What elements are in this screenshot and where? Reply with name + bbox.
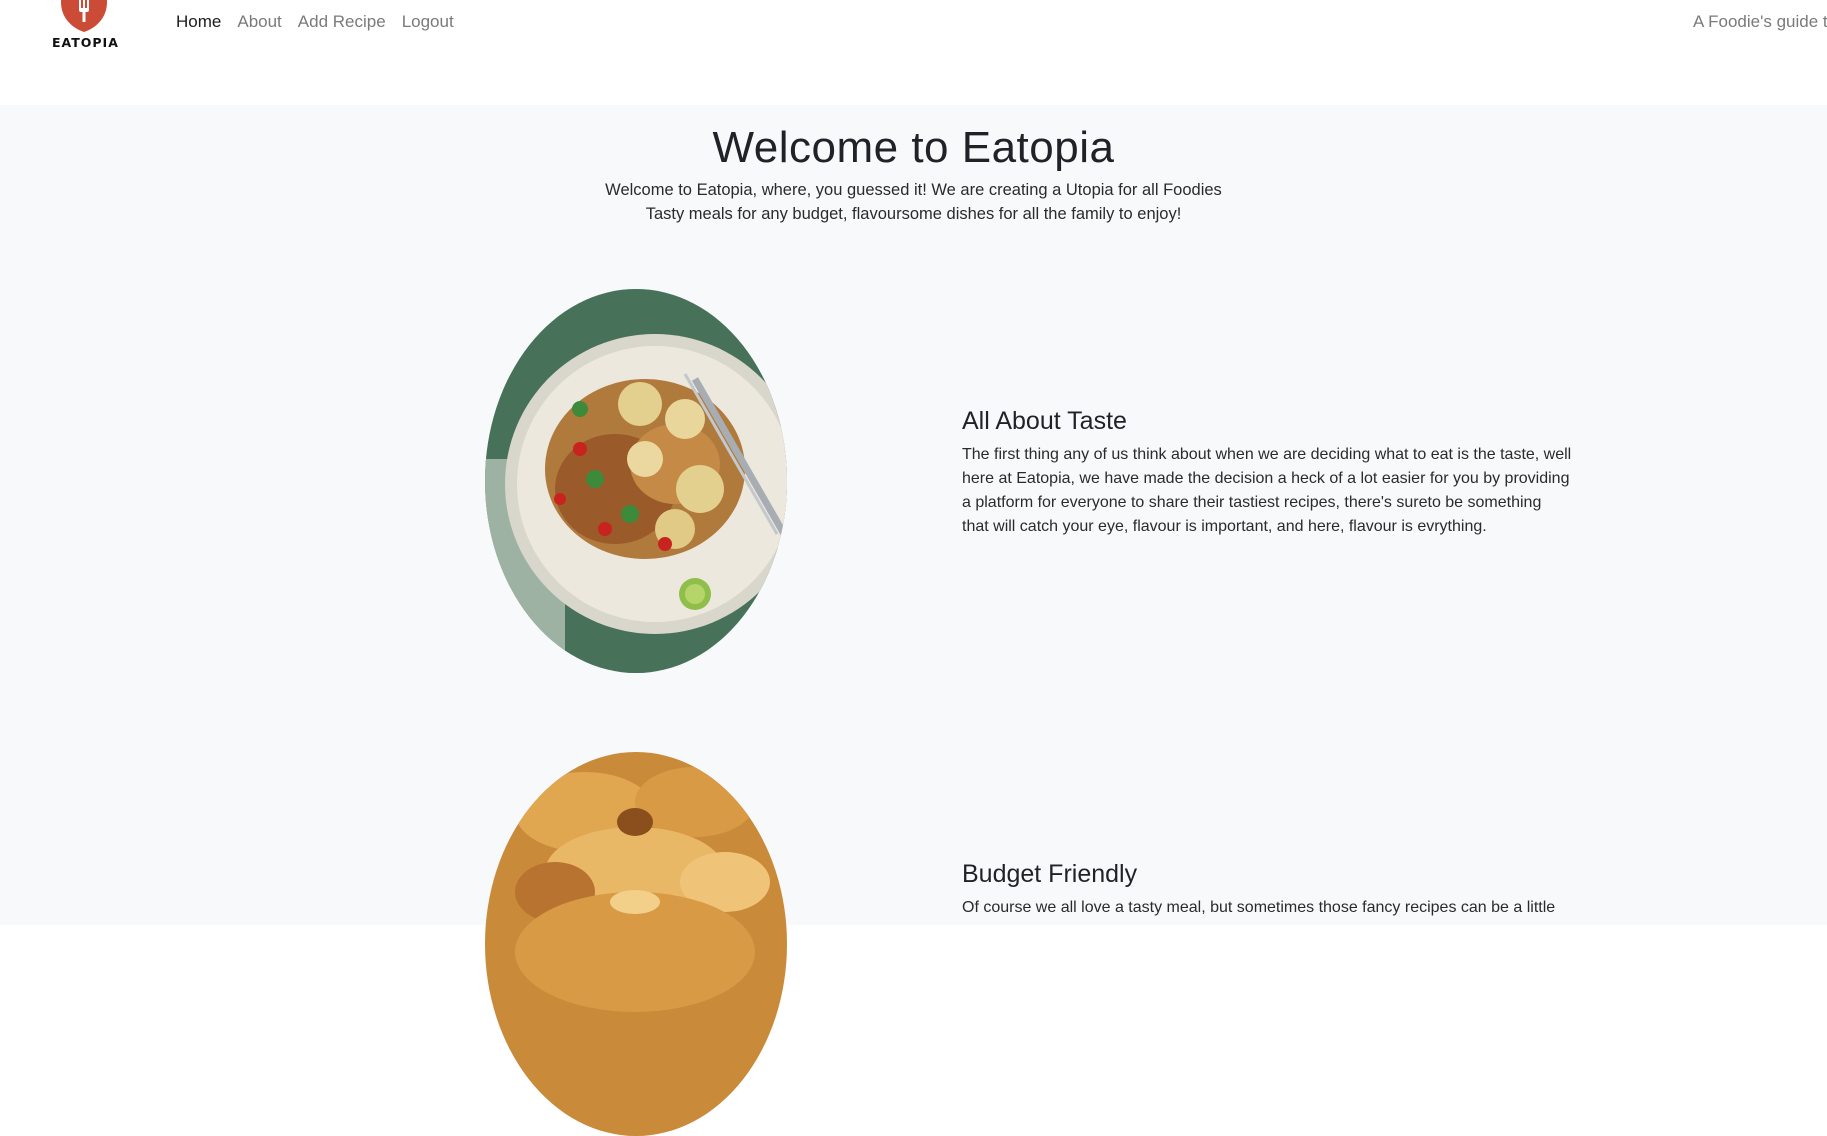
nav-add-recipe[interactable]: Add Recipe — [290, 12, 394, 32]
feature-image-taste — [485, 289, 787, 673]
nav-logout[interactable]: Logout — [394, 12, 462, 32]
pie-image — [485, 752, 787, 1136]
fork-heart-icon — [61, 0, 107, 32]
navbar: EATOPIA Home About Add Recipe Logout A F… — [0, 0, 1827, 105]
hero-subtitle-line1: Welcome to Eatopia, where, you guessed i… — [605, 181, 1222, 199]
feature-title-taste: All About Taste — [962, 407, 1127, 435]
tagline: A Foodie's guide to — [1693, 12, 1827, 31]
nav-about[interactable]: About — [229, 12, 289, 32]
nav-links: Home About Add Recipe Logout — [176, 12, 462, 32]
brand-name: EATOPIA — [52, 35, 119, 50]
page-title: Welcome to Eatopia — [712, 123, 1115, 172]
nav-home[interactable]: Home — [176, 12, 229, 32]
hero-subtitle-line2: Tasty meals for any budget, flavoursome … — [645, 205, 1182, 223]
main-content: Welcome to Eatopia Welcome to Eatopia, w… — [0, 105, 1827, 1136]
feature-title-budget: Budget Friendly — [962, 860, 1138, 888]
feature-text-taste: The first thing any of us think about wh… — [962, 446, 1572, 535]
chicken-dish-image — [485, 289, 787, 673]
brand-logo[interactable]: EATOPIA — [50, 0, 118, 60]
feature-image-budget — [485, 752, 787, 1136]
feature-text-budget: Of course we all love a tasty meal, but … — [962, 899, 1556, 916]
